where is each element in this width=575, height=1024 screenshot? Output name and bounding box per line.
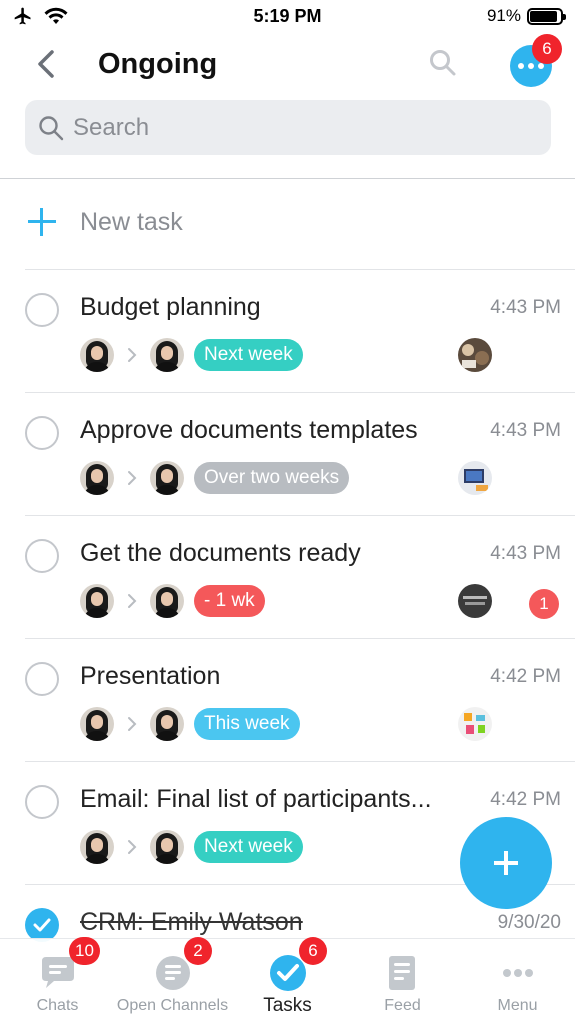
chevron-right-icon xyxy=(114,707,150,741)
task-title: Presentation xyxy=(80,662,221,690)
task-title: Budget planning xyxy=(80,293,261,321)
task-people: This week xyxy=(80,707,300,741)
chevron-right-icon xyxy=(114,461,150,495)
tab-chats[interactable]: Chats 10 xyxy=(0,937,115,1024)
task-title: Get the documents ready xyxy=(80,539,361,567)
task-people: Next week xyxy=(80,830,303,864)
task-checkbox[interactable] xyxy=(25,293,59,327)
tab-tasks[interactable]: Tasks 6 xyxy=(230,937,345,1024)
chevron-right-icon xyxy=(114,338,150,372)
task-title: CRM: Emily Watson xyxy=(80,908,303,936)
task-row[interactable]: Budget planning 4:43 PM Next week xyxy=(0,270,575,392)
tab-label: Feed xyxy=(384,997,421,1014)
deadline-tag: This week xyxy=(194,708,300,740)
battery-percent: 91% xyxy=(486,6,521,25)
task-title: Email: Final list of participants... xyxy=(80,785,432,813)
battery-fill xyxy=(530,10,558,22)
avatar xyxy=(80,830,114,864)
task-checkbox[interactable] xyxy=(25,539,59,573)
task-time: 4:43 PM xyxy=(490,543,561,564)
avatar xyxy=(80,707,114,741)
deadline-tag: Next week xyxy=(194,831,303,863)
tab-label: Tasks xyxy=(263,995,312,1016)
avatar xyxy=(150,338,184,372)
task-row[interactable]: Get the documents ready 4:43 PM - 1 wk 1 xyxy=(0,516,575,638)
tab-badge: 6 xyxy=(299,937,327,965)
tab-menu[interactable]: Menu xyxy=(460,939,575,1024)
unread-badge: 1 xyxy=(529,589,559,619)
tab-badge: 2 xyxy=(184,937,212,965)
avatar xyxy=(150,707,184,741)
tab-bar: Chats 10 Open Channels 2 Tasks 6 Feed Menu xyxy=(0,937,575,1024)
chevron-right-icon xyxy=(114,830,150,864)
tab-label: Open Channels xyxy=(116,997,229,1014)
deadline-tag: - 1 wk xyxy=(194,585,265,617)
deadline-tag: Over two weeks xyxy=(194,462,350,494)
avatar xyxy=(80,584,114,618)
feed-icon xyxy=(383,953,423,993)
status-bar: 5:19 PM 91% xyxy=(0,0,575,34)
more-dots-icon xyxy=(498,953,538,993)
task-time: 4:42 PM xyxy=(490,789,561,810)
group-avatar xyxy=(458,707,492,741)
header: Ongoing 6 xyxy=(0,34,575,96)
back-button[interactable] xyxy=(26,44,66,84)
avatar xyxy=(150,461,184,495)
chevron-right-icon xyxy=(114,584,150,618)
new-task-label: New task xyxy=(80,208,183,236)
checkmark-icon xyxy=(33,918,51,932)
task-row[interactable]: Presentation 4:42 PM This week xyxy=(0,639,575,761)
tab-feed[interactable]: Feed xyxy=(345,939,460,1024)
group-avatar xyxy=(458,584,492,618)
header-search-button[interactable] xyxy=(428,48,462,82)
new-task-button[interactable]: New task xyxy=(0,180,575,270)
avatar xyxy=(150,584,184,618)
chevron-left-icon xyxy=(38,50,54,78)
task-time: 4:43 PM xyxy=(490,297,561,318)
tab-badge: 10 xyxy=(69,937,100,965)
task-people: Over two weeks xyxy=(80,461,350,495)
task-checkbox[interactable] xyxy=(25,416,59,450)
add-task-fab[interactable] xyxy=(460,817,552,909)
group-avatar xyxy=(458,338,492,372)
task-checkbox[interactable] xyxy=(25,662,59,696)
tab-open-channels[interactable]: Open Channels 2 xyxy=(115,937,230,1024)
task-title: Approve documents templates xyxy=(80,416,418,444)
deadline-tag: Next week xyxy=(194,339,303,371)
plus-icon xyxy=(28,208,56,236)
task-people: - 1 wk xyxy=(80,584,265,618)
avatar xyxy=(150,830,184,864)
search-icon xyxy=(39,115,64,140)
avatar xyxy=(80,338,114,372)
task-checkbox[interactable] xyxy=(25,785,59,819)
battery-icon xyxy=(527,7,566,25)
tab-label: Chats xyxy=(36,997,79,1014)
task-time: 4:42 PM xyxy=(490,666,561,687)
divider xyxy=(0,178,575,179)
group-avatar xyxy=(458,461,492,495)
more-dots-icon xyxy=(518,63,524,69)
avatar xyxy=(80,461,114,495)
search-icon xyxy=(430,50,456,76)
tab-label: Menu xyxy=(497,997,538,1014)
task-people: Next week xyxy=(80,338,303,372)
task-checkbox-checked[interactable] xyxy=(25,908,59,942)
search-bar[interactable] xyxy=(25,100,551,155)
search-input[interactable] xyxy=(73,113,533,142)
task-row[interactable]: Approve documents templates 4:43 PM Over t… xyxy=(0,393,575,515)
more-badge: 6 xyxy=(532,34,562,64)
page-title: Ongoing xyxy=(98,48,218,80)
task-time: 9/30/20 xyxy=(497,912,561,933)
task-time: 4:43 PM xyxy=(490,420,561,441)
